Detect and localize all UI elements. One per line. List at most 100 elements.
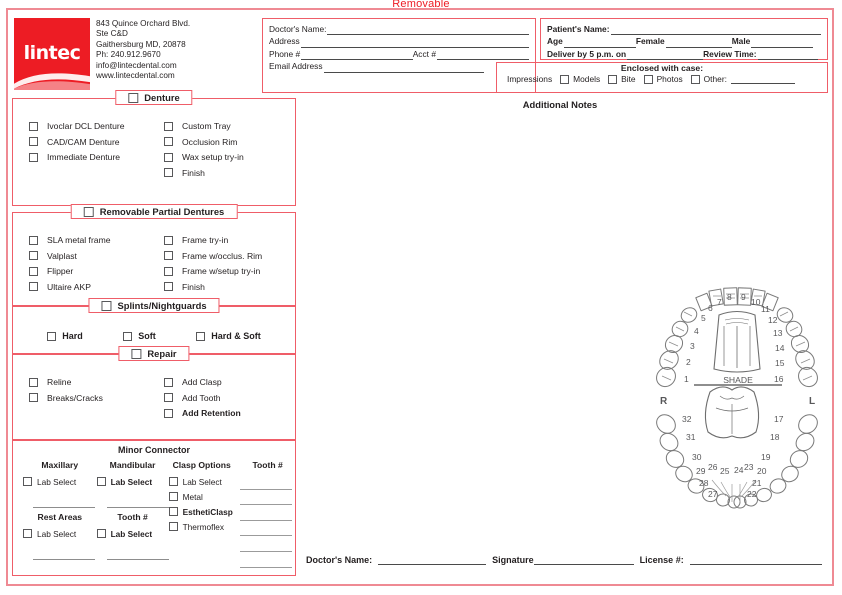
checkbox-frame-try-in[interactable]: [164, 235, 173, 245]
checkbox-clasp-lab-select[interactable]: [168, 477, 178, 486]
option-add-clasp[interactable]: Add Clasp: [164, 377, 241, 387]
signature-doctor-name-input[interactable]: [378, 554, 487, 565]
enclosed-checkbox-other[interactable]: [690, 74, 700, 84]
tooth-number-line-3[interactable]: [240, 505, 293, 521]
enclosed-checkbox-models[interactable]: [560, 74, 570, 84]
option-custom-tray[interactable]: Custom Tray: [164, 121, 244, 131]
checkbox-clasp-thermoflex[interactable]: [168, 522, 178, 531]
rpd-section-checkbox[interactable]: [83, 206, 94, 217]
checkbox-rpd-finish[interactable]: [164, 282, 173, 291]
tooth-chart-diagram[interactable]: 1 2 3 4 5 6 7 8 9 10 11 12 13 14 15 16 S…: [646, 282, 830, 544]
option-frame-try-in[interactable]: Frame try-in: [164, 235, 262, 245]
doctor-address-input[interactable]: [300, 38, 529, 48]
patient-age-sex-field[interactable]: Age Female Male: [547, 35, 821, 48]
checkbox-tooth-num-lab-select[interactable]: [96, 529, 106, 538]
enclosed-checkbox-bite[interactable]: [608, 74, 618, 84]
option-tooth-num-lab-select[interactable]: Lab Select: [96, 526, 169, 541]
option-sla-metal-frame[interactable]: SLA metal frame: [29, 235, 164, 245]
signature-input[interactable]: [533, 554, 634, 565]
option-frame-w-occlus-rim[interactable]: Frame w/occlus. Rim: [164, 251, 262, 261]
doctor-phone-acct-field[interactable]: Phone # Acct #: [269, 48, 529, 61]
checkbox-add-clasp[interactable]: [164, 377, 173, 387]
tooth-number-line-2[interactable]: [240, 490, 293, 506]
patient-name-field[interactable]: Patient's Name:: [547, 23, 821, 36]
checkbox-denture-finish[interactable]: [164, 168, 173, 177]
checkbox-clasp-esthetiClasp[interactable]: [168, 507, 178, 516]
checkbox-splint-hard[interactable]: [47, 331, 57, 341]
patient-age-input[interactable]: [563, 38, 636, 48]
repair-title-badge[interactable]: Repair: [118, 346, 190, 361]
checkbox-mandibular-lab-select[interactable]: [96, 477, 106, 486]
rest-areas-write-in-line[interactable]: [33, 545, 95, 560]
option-clasp-esthetiClasp[interactable]: EsthetiClasp: [168, 504, 241, 519]
checkbox-flipper[interactable]: [29, 266, 38, 276]
splints-section-checkbox[interactable]: [101, 300, 112, 311]
checkbox-splint-hard-and-soft[interactable]: [196, 331, 206, 341]
repair-section-checkbox[interactable]: [131, 348, 142, 359]
option-maxillary-lab-select[interactable]: Lab Select: [23, 474, 97, 489]
option-clasp-metal[interactable]: Metal: [168, 489, 241, 504]
checkbox-ivoclar-dcl-denture[interactable]: [29, 121, 38, 131]
doctor-acct-input[interactable]: [437, 50, 529, 61]
tooth-number-line-5[interactable]: [240, 536, 293, 552]
mandibular-write-in-line[interactable]: [106, 493, 169, 508]
checkbox-frame-w-occlus-rim[interactable]: [164, 251, 173, 260]
checkbox-occlusion-rim[interactable]: [164, 137, 173, 146]
checkbox-immediate-denture[interactable]: [29, 152, 38, 162]
checkbox-ultaire-akp[interactable]: [29, 282, 38, 291]
checkbox-maxillary-lab-select[interactable]: [23, 477, 32, 486]
checkbox-custom-tray[interactable]: [164, 121, 173, 131]
doctor-address-field[interactable]: Address: [269, 35, 529, 48]
doctor-name-input[interactable]: [327, 25, 529, 36]
checkbox-cad-cam-denture[interactable]: [29, 137, 38, 146]
option-rest-areas-lab-select[interactable]: Lab Select: [23, 526, 97, 541]
denture-section-checkbox[interactable]: [128, 92, 139, 103]
checkbox-splint-soft[interactable]: [123, 331, 133, 341]
rpd-title-badge[interactable]: Removable Partial Dentures: [70, 204, 238, 219]
checkbox-add-retention[interactable]: [164, 408, 173, 418]
patient-male-input[interactable]: [751, 38, 814, 48]
doctor-phone-input[interactable]: [301, 50, 413, 61]
doctor-email-input[interactable]: [323, 63, 484, 73]
option-cad-cam-denture[interactable]: CAD/CAM Denture: [29, 137, 164, 147]
splints-title-badge[interactable]: Splints/Nightguards: [88, 298, 220, 313]
maxillary-write-in-line[interactable]: [33, 493, 95, 508]
tooth-number-line-4[interactable]: [240, 521, 293, 537]
option-splint-hard[interactable]: Hard: [47, 331, 83, 341]
doctor-email-field[interactable]: Email Address: [269, 60, 529, 73]
option-ivoclar-dcl-denture[interactable]: Ivoclar DCL Denture: [29, 121, 164, 131]
doctor-name-field[interactable]: Doctor's Name:: [269, 23, 529, 36]
option-clasp-lab-select[interactable]: Lab Select: [168, 474, 241, 489]
patient-name-input[interactable]: [610, 25, 821, 36]
tooth-number-line-1[interactable]: [240, 474, 293, 490]
option-splint-hard-and-soft[interactable]: Hard & Soft: [196, 331, 261, 341]
license-input[interactable]: [689, 554, 822, 565]
option-splint-soft[interactable]: Soft: [123, 331, 156, 341]
deliver-review-field[interactable]: Deliver by 5 p.m. on Review Time:: [547, 48, 821, 61]
checkbox-rest-areas-lab-select[interactable]: [23, 529, 32, 538]
checkbox-clasp-metal[interactable]: [168, 492, 178, 501]
checkbox-frame-w-setup-try-in[interactable]: [164, 266, 173, 276]
checkbox-wax-setup-try-in[interactable]: [164, 152, 173, 162]
option-rpd-finish[interactable]: Finish: [164, 282, 262, 292]
patient-female-input[interactable]: [665, 38, 732, 48]
denture-title-badge[interactable]: Denture: [115, 90, 193, 105]
enclosed-other-input[interactable]: [730, 74, 795, 84]
checkbox-add-tooth[interactable]: [164, 393, 173, 402]
tooth-number-line-6[interactable]: [240, 552, 293, 568]
checkbox-sla-metal-frame[interactable]: [29, 235, 38, 245]
option-mandibular-lab-select[interactable]: Lab Select: [96, 474, 169, 489]
option-add-tooth[interactable]: Add Tooth: [164, 393, 241, 403]
tooth-num-write-in-line[interactable]: [106, 545, 169, 560]
option-wax-setup-try-in[interactable]: Wax setup try-in: [164, 152, 244, 162]
option-breaks-cracks[interactable]: Breaks/Cracks: [29, 393, 164, 403]
option-occlusion-rim[interactable]: Occlusion Rim: [164, 137, 244, 147]
option-add-retention[interactable]: Add Retention: [164, 408, 241, 418]
option-flipper[interactable]: Flipper: [29, 266, 164, 276]
review-time-input[interactable]: [757, 50, 818, 61]
option-immediate-denture[interactable]: Immediate Denture: [29, 152, 164, 162]
option-clasp-thermoflex[interactable]: Thermoflex: [168, 519, 241, 534]
checkbox-reline[interactable]: [29, 377, 38, 387]
option-denture-finish[interactable]: Finish: [164, 168, 244, 178]
enclosed-checkbox-photos[interactable]: [643, 74, 653, 84]
